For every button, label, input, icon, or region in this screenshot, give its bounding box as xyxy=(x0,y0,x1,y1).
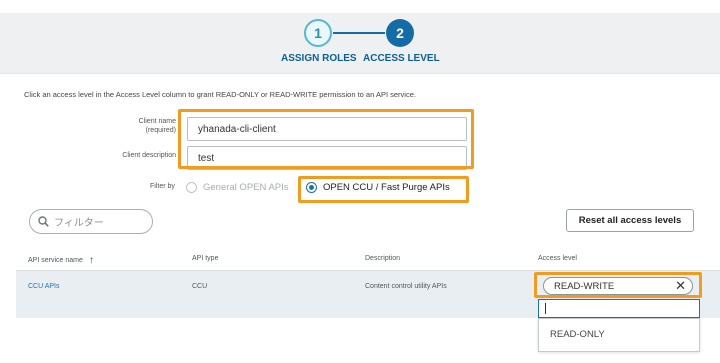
search-placeholder: フィルター xyxy=(54,218,104,229)
column-header-api-service-name[interactable]: API service name ↑ xyxy=(28,255,94,266)
step-2-label: ACCESS LEVEL xyxy=(363,53,440,64)
access-level-value: READ-WRITE xyxy=(554,280,615,292)
client-name-label-line1: Client name xyxy=(138,118,176,125)
client-description-value: test xyxy=(198,152,215,164)
stepper-connector xyxy=(333,32,385,34)
text-cursor xyxy=(545,303,546,314)
column-header-description[interactable]: Description xyxy=(365,255,400,262)
access-level-search-input[interactable] xyxy=(538,299,700,318)
cell-api-service-name[interactable]: CCU APIs xyxy=(28,283,60,290)
step-1-number: 1 xyxy=(314,25,322,41)
filter-by-label: Filter by xyxy=(150,183,175,190)
radio-unselected-icon xyxy=(186,182,197,193)
header-name-label: API service name xyxy=(28,257,83,264)
client-name-label-line2: (required) xyxy=(145,127,176,134)
step-1-circle[interactable]: 1 xyxy=(304,19,332,47)
client-description-label: Client description xyxy=(122,152,176,159)
search-icon xyxy=(38,216,49,227)
step-2-number: 2 xyxy=(396,25,404,41)
radio-selected-icon xyxy=(306,182,317,193)
reset-access-levels-button[interactable]: Reset all access levels xyxy=(566,209,694,232)
access-level-select[interactable]: READ-WRITE ✕ xyxy=(543,277,693,295)
instructions-text: Click an access level in the Access Leve… xyxy=(24,90,416,99)
client-description-input[interactable]: test xyxy=(187,146,467,170)
client-name-input[interactable]: yhanada-cli-client xyxy=(187,117,467,141)
stepper-band xyxy=(0,1,720,74)
sort-ascending-icon: ↑ xyxy=(88,255,94,266)
step-1-label[interactable]: ASSIGN ROLES xyxy=(281,53,357,64)
step-2-circle: 2 xyxy=(386,19,414,47)
radio-open-ccu-label: OPEN CCU / Fast Purge APIs xyxy=(323,182,450,193)
filter-search-input[interactable]: フィルター xyxy=(29,209,153,234)
radio-general-label: General OPEN APIs xyxy=(203,182,289,193)
column-header-access-level[interactable]: Access level xyxy=(538,255,577,262)
cell-api-type: CCU xyxy=(192,283,208,290)
radio-general-open-apis[interactable]: General OPEN APIs xyxy=(186,182,289,193)
client-name-label: Client name (required) xyxy=(114,117,176,135)
dropdown-option-read-only[interactable]: READ-ONLY xyxy=(550,329,605,340)
close-icon[interactable]: ✕ xyxy=(675,279,686,293)
client-name-value: yhanada-cli-client xyxy=(198,123,276,135)
cell-description: Content control utility APIs xyxy=(365,283,447,290)
access-level-dropdown: READ-ONLY xyxy=(538,318,700,352)
radio-open-ccu-fast-purge[interactable]: OPEN CCU / Fast Purge APIs xyxy=(306,182,450,193)
column-header-api-type[interactable]: API type xyxy=(192,255,218,262)
